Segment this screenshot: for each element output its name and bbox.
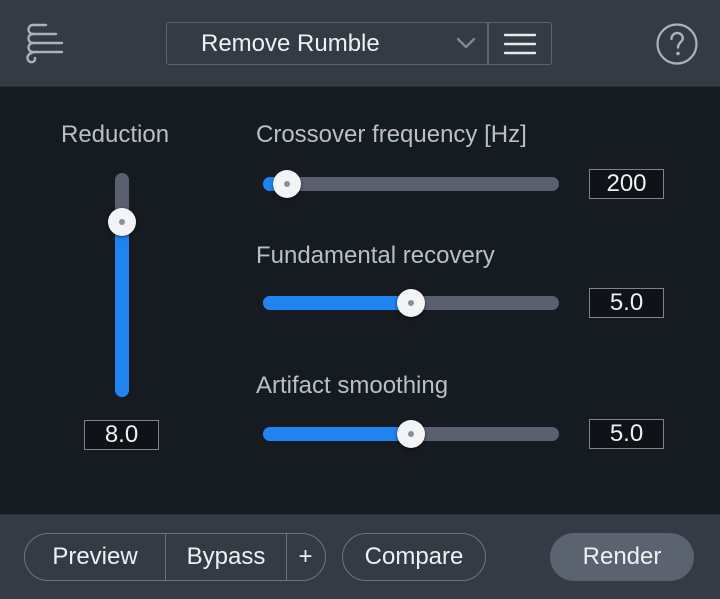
rumble-module-panel: Remove Rumble Reduction 8.0 Crossover fr… <box>0 0 720 599</box>
artifact-value[interactable]: 5.0 <box>589 419 664 449</box>
render-button[interactable]: Render <box>550 533 694 581</box>
chevron-down-icon <box>456 37 476 49</box>
preset-dropdown[interactable]: Remove Rumble <box>167 23 487 64</box>
crossover-slider[interactable] <box>263 169 559 199</box>
help-circle-icon[interactable] <box>655 22 699 66</box>
compare-button[interactable]: Compare <box>342 533 486 581</box>
reduction-slider-thumb[interactable] <box>108 208 136 236</box>
wind-lines-icon <box>26 23 64 64</box>
preset-name: Remove Rumble <box>201 29 380 57</box>
add-compare-button[interactable]: + <box>287 534 324 580</box>
artifact-slider[interactable] <box>263 419 559 449</box>
preview-button[interactable]: Preview <box>25 534 166 580</box>
fundamental-slider-thumb[interactable] <box>397 289 425 317</box>
crossover-slider-track <box>263 177 559 191</box>
fundamental-slider-fill <box>263 296 411 310</box>
artifact-slider-thumb[interactable] <box>397 420 425 448</box>
bypass-button[interactable]: Bypass <box>166 534 287 580</box>
fundamental-slider[interactable] <box>263 288 559 318</box>
hamburger-menu-icon <box>503 33 537 55</box>
header-bar: Remove Rumble <box>0 0 720 87</box>
preview-bypass-group: Preview Bypass + <box>24 533 326 581</box>
fundamental-label: Fundamental recovery <box>256 242 495 269</box>
artifact-label: Artifact smoothing <box>256 372 449 399</box>
footer-bar: Preview Bypass + Compare Render <box>0 514 720 599</box>
crossover-label: Crossover frequency [Hz] <box>256 121 527 148</box>
reduction-slider[interactable] <box>108 173 136 397</box>
artifact-slider-fill <box>263 427 411 441</box>
reduction-label: Reduction <box>61 121 170 148</box>
preset-selector: Remove Rumble <box>166 22 552 65</box>
preset-menu-button[interactable] <box>489 23 551 64</box>
reduction-slider-fill <box>115 222 129 397</box>
crossover-slider-thumb[interactable] <box>273 170 301 198</box>
reduction-value[interactable]: 8.0 <box>84 420 159 450</box>
crossover-value[interactable]: 200 <box>589 169 664 199</box>
fundamental-value[interactable]: 5.0 <box>589 288 664 318</box>
